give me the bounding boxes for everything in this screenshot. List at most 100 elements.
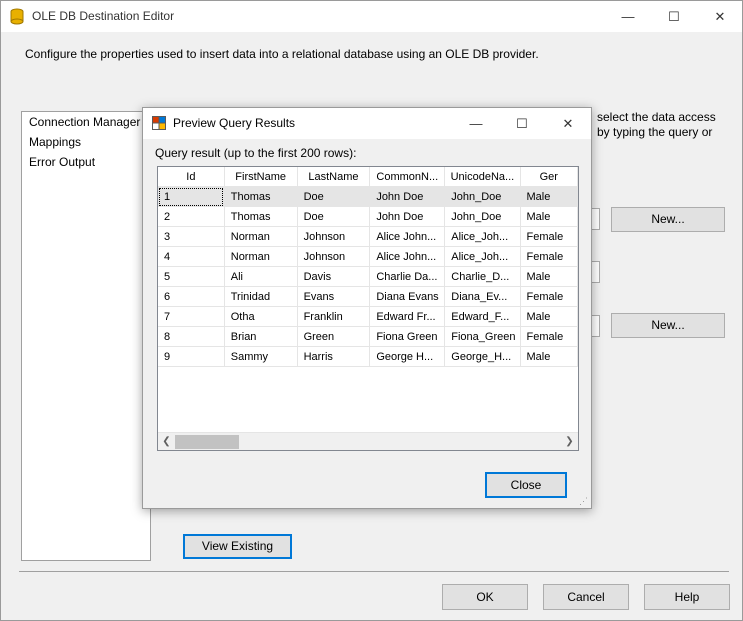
table-cell[interactable]: Fiona_Green — [444, 326, 521, 347]
table-cell[interactable]: 5 — [158, 266, 225, 287]
table-cell[interactable]: Alice John... — [369, 226, 446, 247]
close-window-button[interactable]: ✕ — [697, 1, 743, 32]
nav-item-connection-manager[interactable]: Connection Manager — [29, 115, 140, 129]
table-cell[interactable]: George H... — [369, 346, 446, 367]
table-cell[interactable]: Charlie Da... — [369, 266, 446, 287]
column-header[interactable]: LastName — [297, 167, 371, 187]
table-cell[interactable]: 4 — [158, 246, 225, 267]
table-cell[interactable]: John Doe — [369, 186, 446, 207]
table-cell[interactable]: Thomas — [224, 206, 298, 227]
new-table-button[interactable]: New... — [611, 313, 725, 338]
table-cell[interactable]: Harris — [297, 346, 371, 367]
scroll-left-icon[interactable]: ❮ — [158, 433, 175, 450]
table-cell[interactable]: John Doe — [369, 206, 446, 227]
view-existing-button[interactable]: View Existing — [183, 534, 292, 559]
header-row: Id FirstName LastName CommonN... UnicodeNa..… — [158, 167, 578, 187]
close-button[interactable]: Close — [485, 472, 567, 498]
main-title-bar[interactable]: OLE DB Destination Editor — ☐ ✕ — [1, 1, 742, 32]
table-cell[interactable]: Female — [520, 286, 578, 307]
editor-description: Configure the properties used to insert … — [25, 47, 539, 61]
table-cell[interactable]: Thomas — [224, 186, 298, 207]
table-cell[interactable]: 1 — [158, 186, 225, 207]
table-row[interactable]: 1 Thomas Doe John Doe John_Doe Male — [158, 186, 578, 207]
help-button[interactable]: Help — [644, 584, 730, 610]
table-cell[interactable]: Trinidad — [224, 286, 298, 307]
table-cell[interactable]: John_Doe — [444, 206, 521, 227]
dialog-minimize-button[interactable]: — — [453, 108, 499, 139]
window-title: OLE DB Destination Editor — [32, 9, 175, 23]
table-row[interactable]: 3 Norman Johnson Alice John... Alice_Joh... F… — [158, 226, 578, 247]
column-header[interactable]: CommonN... — [369, 167, 446, 187]
column-header[interactable]: FirstName — [224, 167, 298, 187]
table-cell[interactable]: John_Doe — [444, 186, 521, 207]
table-cell[interactable]: Norman — [224, 246, 298, 267]
table-cell[interactable]: Male — [520, 306, 578, 327]
minimize-button[interactable]: — — [605, 1, 651, 32]
table-cell[interactable]: Edward Fr... — [369, 306, 446, 327]
table-cell[interactable]: Doe — [297, 206, 371, 227]
table-cell[interactable]: Johnson — [297, 246, 371, 267]
resize-grip-icon[interactable]: ⋰ — [579, 496, 589, 506]
table-cell[interactable]: Male — [520, 346, 578, 367]
scroll-right-icon[interactable]: ❯ — [561, 433, 578, 450]
table-cell[interactable]: Female — [520, 326, 578, 347]
table-cell[interactable]: 2 — [158, 206, 225, 227]
nav-item-error-output[interactable]: Error Output — [29, 155, 95, 169]
table-cell[interactable]: Male — [520, 206, 578, 227]
dialog-maximize-button[interactable]: ☐ — [499, 108, 545, 139]
horizontal-scrollbar[interactable]: ❮ ❯ — [158, 432, 578, 450]
table-cell[interactable]: Charlie_D... — [444, 266, 521, 287]
table-cell[interactable]: Green — [297, 326, 371, 347]
ok-button[interactable]: OK — [442, 584, 528, 610]
results-grid[interactable]: Id FirstName LastName CommonN... UnicodeNa..… — [157, 166, 579, 451]
table-row[interactable]: 6 Trinidad Evans Diana Evans Diana_Ev... Fema… — [158, 286, 578, 307]
table-cell[interactable]: Diana Evans — [369, 286, 446, 307]
table-cell[interactable]: Johnson — [297, 226, 371, 247]
table-cell[interactable]: 3 — [158, 226, 225, 247]
table-cell[interactable]: Alice_Joh... — [444, 246, 521, 267]
table-row[interactable]: 8 Brian Green Fiona Green Fiona_Green Female — [158, 326, 578, 347]
table-cell[interactable]: Female — [520, 246, 578, 267]
table-cell[interactable]: Franklin — [297, 306, 371, 327]
table-row[interactable]: 7 Otha Franklin Edward Fr... Edward_F... Male — [158, 306, 578, 327]
table-cell[interactable]: Male — [520, 266, 578, 287]
table-grid-icon — [152, 116, 166, 130]
database-icon — [10, 8, 24, 25]
table-cell[interactable]: Brian — [224, 326, 298, 347]
table-row[interactable]: 4 Norman Johnson Alice John... Alice_Joh... F… — [158, 246, 578, 267]
dialog-close-x-button[interactable]: ✕ — [545, 108, 591, 139]
table-cell[interactable]: Fiona Green — [369, 326, 446, 347]
table-cell[interactable]: Norman — [224, 226, 298, 247]
table-cell[interactable]: Alice_Joh... — [444, 226, 521, 247]
column-header[interactable]: Ger — [520, 167, 578, 187]
table-cell[interactable]: Diana_Ev... — [444, 286, 521, 307]
table-cell[interactable]: Alice John... — [369, 246, 446, 267]
column-header[interactable]: UnicodeNa... — [444, 167, 521, 187]
table-cell[interactable]: Male — [520, 186, 578, 207]
column-header[interactable]: Id — [158, 167, 225, 187]
new-connection-button[interactable]: New... — [611, 207, 725, 232]
background-instruction-line-1: select the data access — [597, 110, 716, 124]
table-cell[interactable]: 6 — [158, 286, 225, 307]
table-cell[interactable]: Davis — [297, 266, 371, 287]
table-row[interactable]: 2 Thomas Doe John Doe John_Doe Male — [158, 206, 578, 227]
table-cell[interactable]: Sammy — [224, 346, 298, 367]
scrollbar-thumb[interactable] — [175, 435, 239, 449]
table-cell[interactable]: 8 — [158, 326, 225, 347]
table-cell[interactable]: Otha — [224, 306, 298, 327]
table-cell[interactable]: Female — [520, 226, 578, 247]
cancel-button[interactable]: Cancel — [543, 584, 629, 610]
table-row[interactable]: 9 Sammy Harris George H... George_H... Male — [158, 346, 578, 367]
table-cell[interactable]: 9 — [158, 346, 225, 367]
table-cell[interactable]: Ali — [224, 266, 298, 287]
maximize-button[interactable]: ☐ — [651, 1, 697, 32]
table-row[interactable]: 5 Ali Davis Charlie Da... Charlie_D... Male — [158, 266, 578, 287]
dialog-title-bar[interactable]: Preview Query Results — ☐ ✕ — [143, 108, 591, 139]
table-cell[interactable]: Edward_F... — [444, 306, 521, 327]
table-cell[interactable]: Evans — [297, 286, 371, 307]
navigation-panel: Connection Manager Mappings Error Output — [21, 111, 151, 561]
table-cell[interactable]: Doe — [297, 186, 371, 207]
nav-item-mappings[interactable]: Mappings — [29, 135, 81, 149]
table-cell[interactable]: George_H... — [444, 346, 521, 367]
table-cell[interactable]: 7 — [158, 306, 225, 327]
